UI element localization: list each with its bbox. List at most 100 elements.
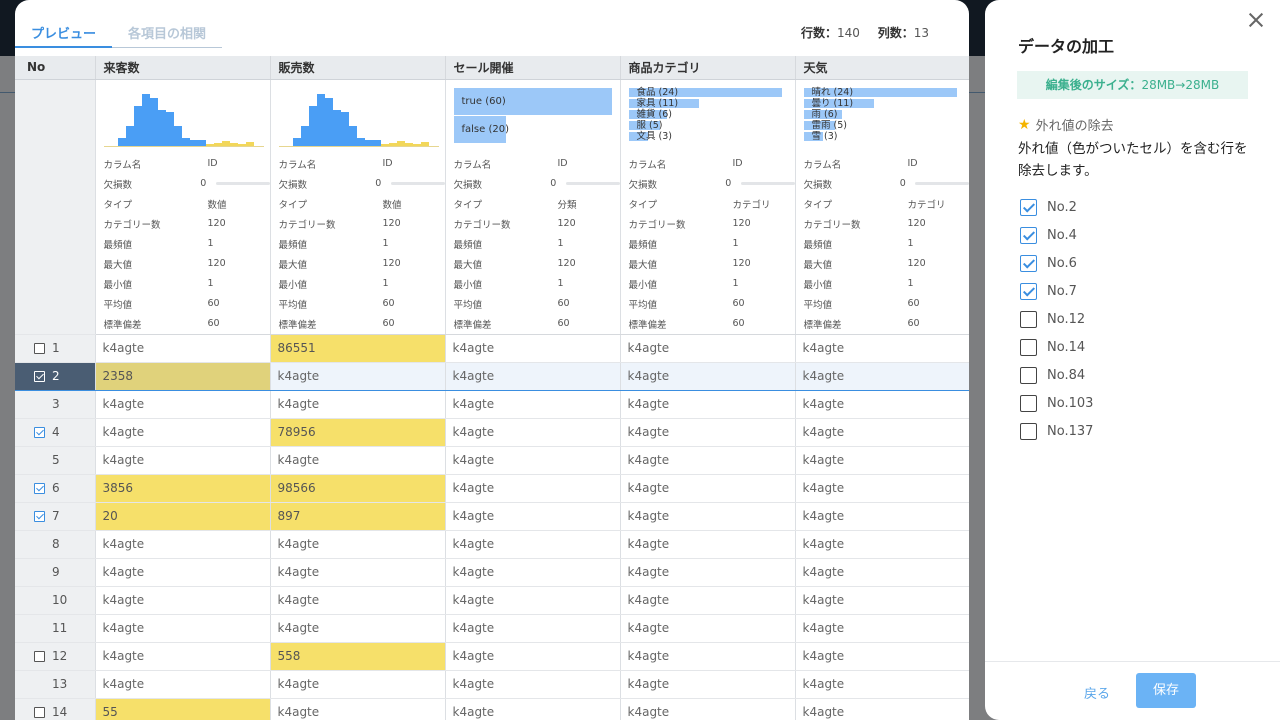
table-row[interactable]: 1 k4agte 86551 k4agte k4agte k4agte: [15, 334, 969, 363]
table-row[interactable]: 2 2358 k4agte k4agte k4agte k4agte: [15, 361, 969, 391]
row-checkbox[interactable]: [34, 706, 45, 718]
table-cell-visitors[interactable]: k4agte: [95, 446, 271, 475]
column-header-sale-event[interactable]: セール開催: [445, 56, 621, 80]
table-cell-sale-event[interactable]: k4agte: [445, 361, 621, 391]
outlier-option[interactable]: No.14: [1020, 333, 1093, 361]
table-cell-visitors[interactable]: 2358: [95, 361, 271, 391]
table-cell-sales[interactable]: k4agte: [270, 361, 446, 391]
table-row[interactable]: 11 k4agte k4agte k4agte k4agte k4agte: [15, 614, 969, 643]
table-row[interactable]: 8 k4agte k4agte k4agte k4agte k4agte: [15, 530, 969, 559]
column-header-category[interactable]: 商品カテゴリ: [620, 56, 796, 80]
table-cell-sales[interactable]: 897: [270, 502, 446, 531]
table-cell-sales[interactable]: 78956: [270, 418, 446, 447]
table-cell-weather[interactable]: k4agte: [795, 418, 969, 447]
table-row[interactable]: 7 20 897 k4agte k4agte k4agte: [15, 502, 969, 531]
table-cell-sale-event[interactable]: k4agte: [445, 614, 621, 643]
table-cell-weather[interactable]: k4agte: [795, 361, 969, 391]
table-cell-sale-event[interactable]: k4agte: [445, 586, 621, 615]
table-cell-sales[interactable]: k4agte: [270, 670, 446, 699]
outlier-option[interactable]: No.2: [1020, 193, 1093, 221]
table-cell-sale-event[interactable]: k4agte: [445, 390, 621, 419]
table-cell-category[interactable]: k4agte: [620, 418, 796, 447]
option-checkbox[interactable]: [1020, 254, 1037, 272]
row-checkbox[interactable]: [34, 650, 45, 662]
table-cell-category[interactable]: k4agte: [620, 614, 796, 643]
table-cell-visitors[interactable]: k4agte: [95, 586, 271, 615]
table-cell-sale-event[interactable]: k4agte: [445, 642, 621, 671]
table-row[interactable]: 10 k4agte k4agte k4agte k4agte k4agte: [15, 586, 969, 615]
outlier-option[interactable]: No.7: [1020, 277, 1093, 305]
table-cell-weather[interactable]: k4agte: [795, 334, 969, 363]
option-checkbox[interactable]: [1020, 338, 1037, 356]
option-checkbox[interactable]: [1020, 282, 1037, 300]
table-cell-visitors[interactable]: k4agte: [95, 670, 271, 699]
table-cell-category[interactable]: k4agte: [620, 558, 796, 587]
table-cell-visitors[interactable]: k4agte: [95, 642, 271, 671]
table-cell-sales[interactable]: 558: [270, 642, 446, 671]
table-cell-sale-event[interactable]: k4agte: [445, 474, 621, 503]
row-checkbox[interactable]: [34, 426, 45, 438]
table-cell-sales[interactable]: 86551: [270, 334, 446, 363]
outlier-option[interactable]: No.4: [1020, 221, 1093, 249]
table-cell-sales[interactable]: k4agte: [270, 558, 446, 587]
table-cell-weather[interactable]: k4agte: [795, 642, 969, 671]
table-row[interactable]: 14 55 k4agte k4agte k4agte k4agte: [15, 698, 969, 720]
table-cell-sale-event[interactable]: k4agte: [445, 698, 621, 720]
table-cell-category[interactable]: k4agte: [620, 446, 796, 475]
table-cell-visitors[interactable]: 20: [95, 502, 271, 531]
outlier-option[interactable]: No.12: [1020, 305, 1093, 333]
table-cell-visitors[interactable]: k4agte: [95, 418, 271, 447]
table-cell-visitors[interactable]: k4agte: [95, 614, 271, 643]
table-cell-category[interactable]: k4agte: [620, 334, 796, 363]
table-row[interactable]: 3 k4agte k4agte k4agte k4agte k4agte: [15, 390, 969, 419]
table-cell-weather[interactable]: k4agte: [795, 614, 969, 643]
table-row[interactable]: 9 k4agte k4agte k4agte k4agte k4agte: [15, 558, 969, 587]
table-row[interactable]: 4 k4agte 78956 k4agte k4agte k4agte: [15, 418, 969, 447]
column-header-visitors[interactable]: 来客数: [95, 56, 271, 80]
save-button[interactable]: 保存: [1136, 673, 1196, 708]
table-cell-weather[interactable]: k4agte: [795, 698, 969, 720]
table-cell-visitors[interactable]: k4agte: [95, 530, 271, 559]
close-icon[interactable]: [1246, 10, 1266, 30]
table-cell-sales[interactable]: k4agte: [270, 530, 446, 559]
outlier-option[interactable]: No.137: [1020, 417, 1093, 445]
table-cell-category[interactable]: k4agte: [620, 502, 796, 531]
option-checkbox[interactable]: [1020, 366, 1037, 384]
table-cell-category[interactable]: k4agte: [620, 670, 796, 699]
table-cell-visitors[interactable]: 55: [95, 698, 271, 720]
table-cell-sale-event[interactable]: k4agte: [445, 502, 621, 531]
column-header-sales[interactable]: 販売数: [270, 56, 446, 80]
table-cell-visitors[interactable]: k4agte: [95, 390, 271, 419]
table-cell-visitors[interactable]: k4agte: [95, 558, 271, 587]
option-checkbox[interactable]: [1020, 422, 1037, 440]
table-cell-sale-event[interactable]: k4agte: [445, 418, 621, 447]
table-cell-weather[interactable]: k4agte: [795, 530, 969, 559]
option-checkbox[interactable]: [1020, 394, 1037, 412]
table-cell-weather[interactable]: k4agte: [795, 474, 969, 503]
table-cell-sales[interactable]: k4agte: [270, 698, 446, 720]
table-cell-sale-event[interactable]: k4agte: [445, 446, 621, 475]
table-cell-category[interactable]: k4agte: [620, 698, 796, 720]
table-cell-sales[interactable]: 98566: [270, 474, 446, 503]
row-checkbox[interactable]: [34, 370, 45, 382]
table-cell-weather[interactable]: k4agte: [795, 558, 969, 587]
table-cell-weather[interactable]: k4agte: [795, 390, 969, 419]
table-cell-category[interactable]: k4agte: [620, 586, 796, 615]
table-cell-sale-event[interactable]: k4agte: [445, 334, 621, 363]
table-row[interactable]: 12 k4agte 558 k4agte k4agte k4agte: [15, 642, 969, 671]
table-cell-sales[interactable]: k4agte: [270, 446, 446, 475]
table-cell-sales[interactable]: k4agte: [270, 390, 446, 419]
table-cell-weather[interactable]: k4agte: [795, 586, 969, 615]
back-button[interactable]: 戻る: [1084, 683, 1110, 702]
table-cell-category[interactable]: k4agte: [620, 530, 796, 559]
table-cell-visitors[interactable]: 3856: [95, 474, 271, 503]
table-cell-sales[interactable]: k4agte: [270, 614, 446, 643]
table-cell-weather[interactable]: k4agte: [795, 446, 969, 475]
option-checkbox[interactable]: [1020, 226, 1037, 244]
table-cell-visitors[interactable]: k4agte: [95, 334, 271, 363]
table-cell-category[interactable]: k4agte: [620, 390, 796, 419]
tab-correlation[interactable]: 各項目の相関: [112, 18, 223, 48]
table-cell-category[interactable]: k4agte: [620, 361, 796, 391]
table-cell-sale-event[interactable]: k4agte: [445, 670, 621, 699]
column-header-weather[interactable]: 天気: [795, 56, 969, 80]
